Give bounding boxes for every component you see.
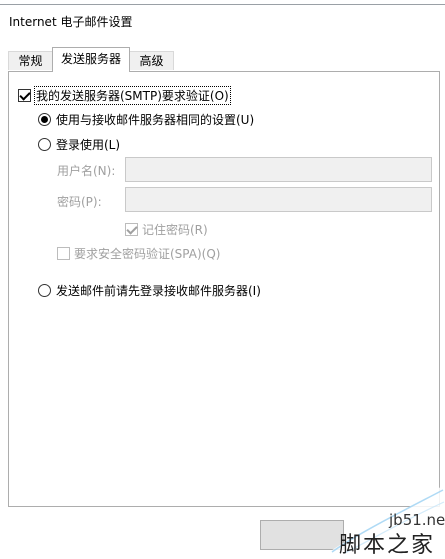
spa-label[interactable]: 要求安全密码验证(SPA)(Q) [74, 245, 220, 262]
remember-password-label[interactable]: 记住密码(R) [142, 221, 208, 238]
login-using-radio[interactable] [38, 138, 51, 151]
internet-email-settings-dialog: Internet 电子邮件设置 常规 发送服务器 高级 我的发送服务器(SMTP… [0, 4, 445, 555]
tab-outgoing-server[interactable]: 发送服务器 [52, 47, 130, 72]
spa-row[interactable]: 要求安全密码验证(SPA)(Q) [57, 245, 220, 262]
login-incoming-first-radio[interactable] [38, 284, 51, 297]
tab-advanced[interactable]: 高级 [129, 51, 174, 70]
require-auth-label[interactable]: 我的发送服务器(SMTP)要求验证(O) [34, 86, 231, 105]
require-auth-row[interactable]: 我的发送服务器(SMTP)要求验证(O) [18, 86, 231, 105]
dialog-title: Internet 电子邮件设置 [9, 15, 133, 29]
same-settings-row[interactable]: 使用与接收邮件服务器相同的设置(U) [38, 111, 254, 128]
same-settings-label[interactable]: 使用与接收邮件服务器相同的设置(U) [56, 111, 254, 128]
same-settings-radio[interactable] [38, 113, 51, 126]
login-using-row[interactable]: 登录使用(L) [38, 136, 120, 153]
spa-checkbox[interactable] [57, 247, 70, 260]
password-field[interactable] [125, 187, 432, 212]
tab-general[interactable]: 常规 [8, 51, 53, 70]
login-using-label[interactable]: 登录使用(L) [56, 136, 120, 153]
username-field[interactable] [125, 157, 432, 182]
remember-password-checkbox[interactable] [125, 223, 138, 236]
outgoing-server-panel: 我的发送服务器(SMTP)要求验证(O) 使用与接收邮件服务器相同的设置(U) … [8, 71, 440, 507]
require-auth-checkbox[interactable] [18, 89, 31, 102]
username-label: 用户名(N): [57, 164, 116, 178]
password-label: 密码(P): [57, 195, 102, 209]
login-incoming-first-row[interactable]: 发送邮件前请先登录接收邮件服务器(I) [38, 282, 261, 299]
remember-password-row[interactable]: 记住密码(R) [125, 221, 208, 238]
watermark-text: 脚本之家 [339, 533, 436, 558]
title-bar[interactable]: Internet 电子邮件设置 [0, 5, 445, 36]
login-incoming-first-label[interactable]: 发送邮件前请先登录接收邮件服务器(I) [56, 282, 261, 299]
